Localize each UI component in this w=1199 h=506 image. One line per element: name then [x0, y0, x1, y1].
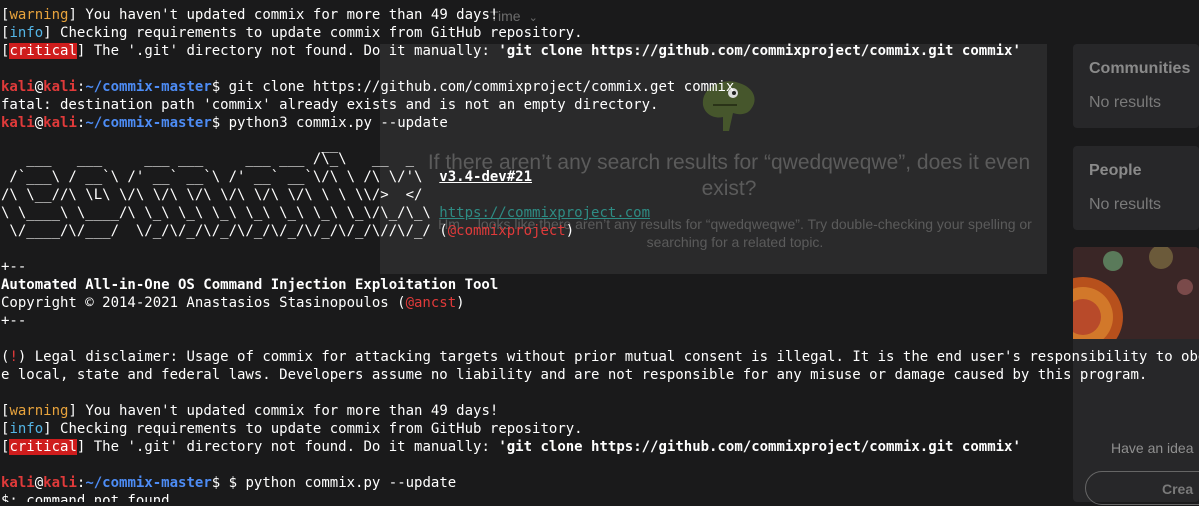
terminal-line-info: [info] Checking requirements to update c…	[1, 25, 583, 41]
ascii-banner-line: \/____/\/___/ \/_/\/_/\/_/\/_/\/_/\/_/\/…	[1, 223, 575, 239]
terminal-line-info: [info] Checking requirements to update c…	[1, 421, 583, 437]
terminal-prompt-line: kali@kali:~/commix-master$ python3 commi…	[1, 115, 448, 131]
terminal-prompt-line: kali@kali:~/commix-master$ $ python comm…	[1, 475, 457, 491]
terminal-line-warning: [warning] You haven't updated commix for…	[1, 7, 499, 23]
project-handle: @commixproject	[447, 223, 566, 239]
author-handle: @ancst	[405, 295, 457, 311]
separator-line: +--	[1, 259, 27, 275]
ascii-banner-line: ___ ___ ___ ___ ___ ___ /\_\ __ _	[1, 151, 415, 167]
tool-title: Automated All-in-One OS Command Injectio…	[1, 277, 499, 293]
version-label: v3.4-dev#21	[439, 169, 533, 185]
terminal-line-critical: [critical] The '.git' directory not foun…	[1, 43, 1021, 59]
legal-disclaimer-line: (!) Legal disclaimer: Usage of commix fo…	[1, 349, 1199, 365]
warning-tag: warning	[9, 7, 69, 23]
ascii-banner-line: \ \____\ \____/\ \_\ \_\ \_\ \_\ \_\ \_\…	[1, 205, 651, 221]
project-url-link[interactable]: https://commixproject.com	[439, 205, 650, 221]
copyright-line: Copyright © 2014-2021 Anastasios Stasino…	[1, 295, 465, 311]
separator-line: +--	[1, 313, 27, 329]
terminal-prompt-line: kali@kali:~/commix-master$ git clone htt…	[1, 79, 735, 95]
legal-disclaimer-line: e local, state and federal laws. Develop…	[1, 367, 1148, 383]
ascii-banner-line: /\ \__//\ \L\ \/\ \/\ \/\ \/\ \/\ \/\ \ …	[1, 187, 423, 203]
critical-tag: critical	[9, 439, 77, 455]
terminal-window[interactable]: [warning] You haven't updated commix for…	[0, 0, 1199, 502]
terminal-fatal-line: fatal: destination path 'commix' already…	[1, 97, 659, 113]
ascii-banner-line: /`___\ / __`\ /' __` __`\ /' __` __`\/\ …	[1, 169, 533, 185]
critical-tag: critical	[9, 43, 77, 59]
info-tag: info	[9, 25, 44, 41]
terminal-line-critical: [critical] The '.git' directory not foun…	[1, 439, 1021, 455]
terminal-line-warning: [warning] You haven't updated commix for…	[1, 403, 499, 419]
info-tag: info	[9, 421, 44, 437]
terminal-error-line: $: command not found	[1, 493, 170, 502]
warning-tag: warning	[9, 403, 69, 419]
